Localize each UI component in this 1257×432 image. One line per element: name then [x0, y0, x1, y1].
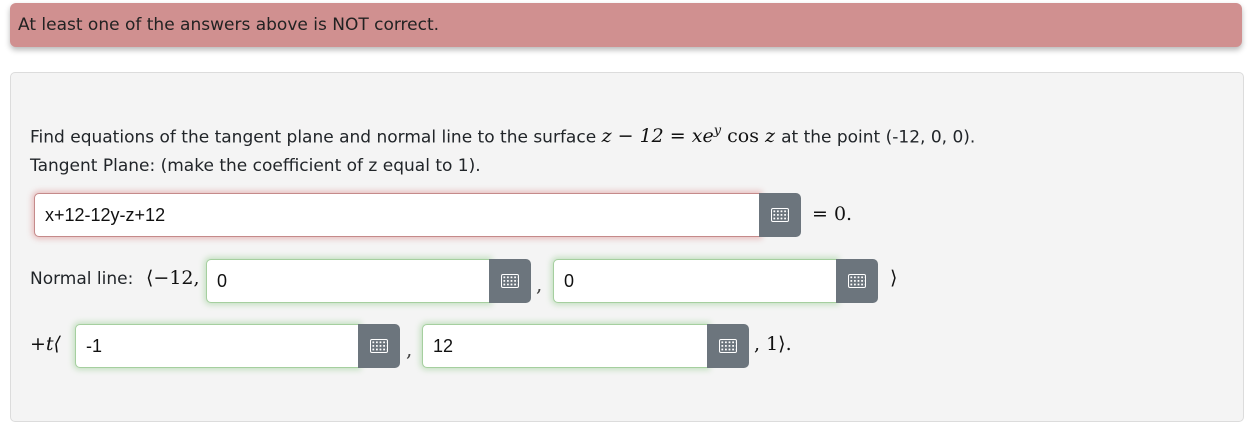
problem-statement: Find equations of the tangent plane and … — [30, 124, 975, 147]
normal-prefix: ⟨−12, — [146, 267, 200, 289]
surface-rhs-cos: cos — [721, 125, 766, 148]
param-prefix: +t⟨ — [30, 333, 61, 355]
keyboard-icon — [370, 339, 388, 353]
surface-rhs-x: xe — [691, 125, 714, 148]
param-prefix-text: +t⟨ — [30, 333, 61, 355]
feedback-alert: At least one of the answers above is NOT… — [10, 3, 1242, 47]
tangent-suffix: = 0. — [812, 203, 853, 225]
surface-lhs: z − 12 = — [601, 125, 686, 148]
surface-equation: z − 12 = xey cos z — [601, 124, 782, 148]
keyboard-icon — [501, 274, 519, 288]
param-1-keyboard-button[interactable] — [358, 324, 400, 368]
normal-1-keyboard-button[interactable] — [489, 259, 531, 303]
keyboard-icon — [719, 339, 737, 353]
tangent-keyboard-button[interactable] — [759, 193, 801, 237]
normal-input-1[interactable]: 0 — [206, 259, 490, 303]
tangent-plane-input[interactable]: x+12-12y-z+12 — [34, 193, 760, 237]
tangent-instruction: Tangent Plane: (make the coefficient of … — [30, 156, 481, 176]
param-input-1[interactable]: -1 — [75, 324, 359, 368]
prompt-prefix: Find equations of the tangent plane and … — [30, 127, 597, 148]
feedback-message: At least one of the answers above is NOT… — [18, 15, 440, 35]
surface-rhs-exp: y — [713, 124, 722, 139]
comma: , — [536, 272, 543, 296]
param-input-2[interactable]: 12 — [422, 324, 708, 368]
normal-line-label: Normal line: — [30, 269, 134, 289]
keyboard-icon — [848, 274, 866, 288]
prompt-suffix: at the point (-12, 0, 0). — [781, 127, 976, 148]
normal-input-2[interactable]: 0 — [553, 259, 837, 303]
normal-suffix: ⟩ — [890, 267, 898, 289]
param-2-keyboard-button[interactable] — [707, 324, 749, 368]
normal-2-keyboard-button[interactable] — [836, 259, 878, 303]
comma: , — [406, 337, 413, 361]
param-suffix: , 1⟩. — [754, 333, 792, 355]
surface-rhs-z: z — [765, 125, 776, 148]
keyboard-icon — [771, 208, 789, 222]
